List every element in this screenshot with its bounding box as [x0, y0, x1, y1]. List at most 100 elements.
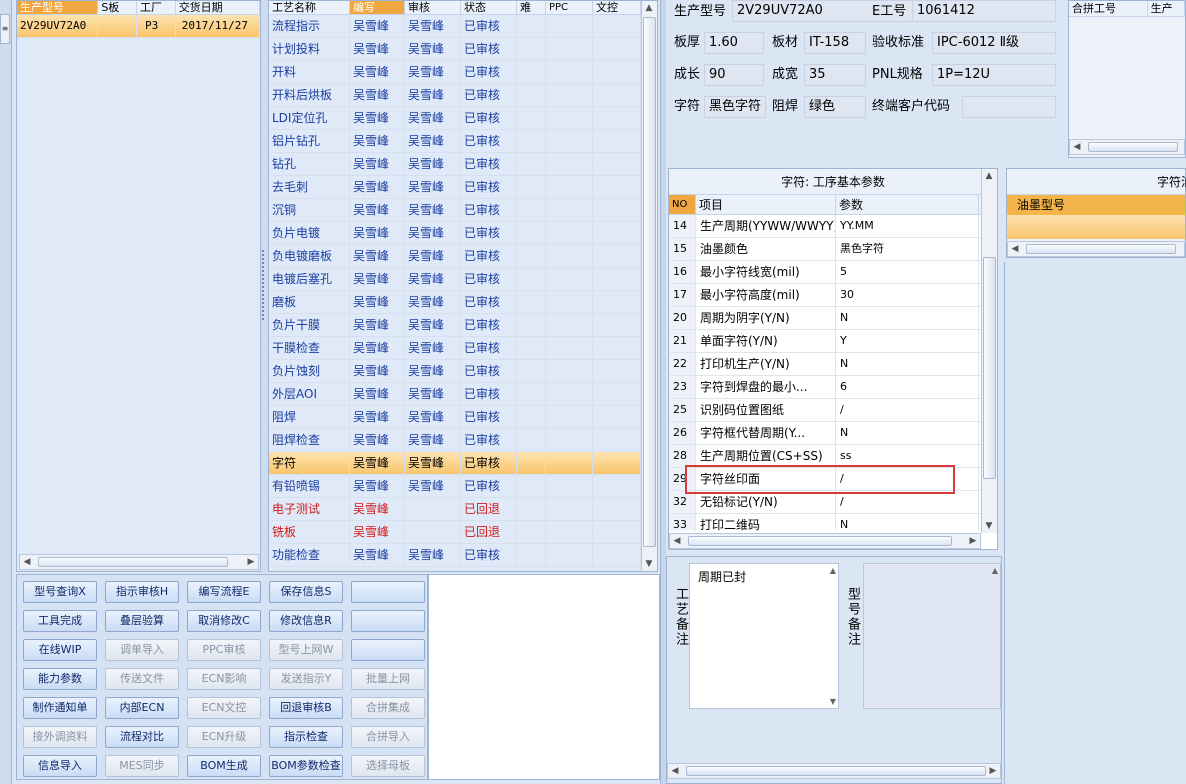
param-row[interactable]: 20 周期为阴字(Y/N) N — [669, 307, 981, 330]
scroll-thumb[interactable] — [1026, 244, 1176, 254]
process-row[interactable]: 沉铜 吴雪峰 吴雪峰 已审核 — [269, 199, 657, 222]
toolbar-button[interactable]: 合拼导入 — [351, 726, 425, 748]
toolbar-button[interactable]: MES同步 — [105, 755, 179, 777]
toolbar-button[interactable]: ECN文控 — [187, 697, 261, 719]
toolbar-button[interactable]: 保存信息S — [269, 581, 343, 603]
toolbar-button[interactable]: 指示审核H — [105, 581, 179, 603]
process-row[interactable]: 钻孔 吴雪峰 吴雪峰 已审核 — [269, 153, 657, 176]
scroll-left-icon[interactable]: ◀ — [1070, 140, 1084, 154]
toolbar-button[interactable]: BOM参数检查 — [269, 755, 343, 777]
process-row[interactable]: 外层AOI 吴雪峰 吴雪峰 已审核 — [269, 383, 657, 406]
process-row[interactable]: 磨板 吴雪峰 吴雪峰 已审核 — [269, 291, 657, 314]
scroll-up-icon[interactable]: ▲ — [642, 1, 656, 15]
char-field[interactable]: 黑色字符 — [704, 96, 766, 118]
process-row[interactable]: 有铅喷锡 吴雪峰 吴雪峰 已审核 — [269, 475, 657, 498]
toolbar-button[interactable]: ECN升级 — [187, 726, 261, 748]
ink-header[interactable]: 油墨型号 — [1007, 195, 1185, 215]
param-row[interactable]: 15 油墨颜色 黑色字符 — [669, 238, 981, 261]
model-row[interactable]: 2V29UV72A0 P3 2017/11/27 — [17, 15, 261, 38]
toolbar-button[interactable]: 编写流程E — [187, 581, 261, 603]
param-row[interactable]: 23 字符到焊盘的最小... 6 — [669, 376, 981, 399]
notes2-scroll-up-icon[interactable]: ▲ — [992, 566, 998, 575]
process-notes-box[interactable]: 周期已封 ▲ ▼ — [689, 563, 839, 709]
col-difficulty[interactable]: 难 — [517, 1, 546, 14]
col-merge-prod[interactable]: 生产 — [1148, 1, 1185, 16]
params-hscroll[interactable]: ◀ ▶ — [669, 533, 981, 549]
model-notes-box[interactable]: ▲ — [863, 563, 1001, 709]
customer-field[interactable] — [962, 96, 1056, 118]
eno-field[interactable]: 1061412 — [912, 0, 1056, 22]
process-vscroll[interactable]: ▲ ▼ — [641, 1, 657, 571]
material-field[interactable]: IT-158 — [804, 32, 866, 54]
col-no[interactable]: NO — [669, 195, 696, 214]
merge-hscroll[interactable]: ◀ — [1069, 139, 1185, 155]
scroll-left-icon[interactable]: ◀ — [668, 764, 682, 778]
process-row[interactable]: 开料 吴雪峰 吴雪峰 已审核 — [269, 61, 657, 84]
toolbar-button[interactable]: 合拼集成 — [351, 697, 425, 719]
param-row[interactable]: 32 无铅标记(Y/N) / — [669, 491, 981, 514]
notes-scroll-up-icon[interactable]: ▲ — [830, 566, 836, 575]
notes-scroll-down-icon[interactable]: ▼ — [830, 697, 836, 706]
toolbar-button[interactable]: 批量上网 — [351, 668, 425, 690]
length-field[interactable]: 90 — [704, 64, 764, 86]
toolbar-button[interactable]: ECN影响 — [187, 668, 261, 690]
scroll-right-icon[interactable]: ▶ — [966, 534, 980, 548]
left-edge-tab[interactable]: ≡ — [0, 0, 12, 784]
toolbar-button[interactable]: BOM生成 — [187, 755, 261, 777]
col-doc-control[interactable]: 文控 — [593, 1, 641, 14]
toolbar-button[interactable]: 内部ECN — [105, 697, 179, 719]
standard-field[interactable]: IPC-6012 Ⅱ级 — [932, 32, 1056, 54]
process-row[interactable]: 铝片钻孔 吴雪峰 吴雪峰 已审核 — [269, 130, 657, 153]
toolbar-button[interactable]: PPC审核 — [187, 639, 261, 661]
scroll-thumb[interactable] — [1088, 142, 1178, 152]
vscroll-thumb[interactable] — [643, 17, 656, 547]
toolbar-button[interactable]: 在线WIP — [23, 639, 97, 661]
toolbar-button[interactable]: 信息导入 — [23, 755, 97, 777]
process-row[interactable]: 负电镀磨板 吴雪峰 吴雪峰 已审核 — [269, 245, 657, 268]
process-row[interactable]: 电子测试 吴雪峰 已回退 — [269, 498, 657, 521]
toolbar-button[interactable]: 回退审核B — [269, 697, 343, 719]
col-merge-eno[interactable]: 合拼工号 — [1069, 1, 1148, 16]
toolbar-button[interactable] — [351, 581, 425, 603]
process-row[interactable]: 计划投料 吴雪峰 吴雪峰 已审核 — [269, 38, 657, 61]
scroll-left-icon[interactable]: ◀ — [670, 534, 684, 548]
col-item[interactable]: 项目 — [696, 195, 836, 214]
toolbar-button[interactable]: 取消修改C — [187, 610, 261, 632]
scroll-thumb[interactable] — [38, 557, 228, 567]
param-row[interactable]: 25 识别码位置图纸 / — [669, 399, 981, 422]
col-writer[interactable]: 编写 — [350, 1, 405, 14]
process-row[interactable]: 流程指示 吴雪峰 吴雪峰 已审核 — [269, 15, 657, 38]
scroll-up-icon[interactable]: ▲ — [982, 169, 996, 183]
toolbar-button[interactable]: 指示检查 — [269, 726, 343, 748]
toolbar-button[interactable]: 选择母板 — [351, 755, 425, 777]
col-model[interactable]: 生产型号 — [17, 1, 99, 14]
toolbar-button[interactable]: 流程对比 — [105, 726, 179, 748]
toolbar-button[interactable]: 型号上网W — [269, 639, 343, 661]
toolbar-button[interactable]: 工具完成 — [23, 610, 97, 632]
model-list-hscroll[interactable]: ◀ ▶ — [19, 554, 259, 570]
param-row[interactable]: 17 最小字符高度(mil) 30 — [669, 284, 981, 307]
scroll-down-icon[interactable]: ▼ — [642, 557, 656, 571]
scroll-thumb[interactable] — [686, 766, 986, 776]
toolbar-button[interactable]: 制作通知单 — [23, 697, 97, 719]
process-row[interactable]: 负片电镀 吴雪峰 吴雪峰 已审核 — [269, 222, 657, 245]
scroll-thumb[interactable] — [688, 536, 952, 546]
col-ppc[interactable]: PPC — [546, 1, 593, 14]
toolbar-button[interactable]: 接外调资料 — [23, 726, 97, 748]
col-auditor[interactable]: 审核 — [405, 1, 461, 14]
pnl-field[interactable]: 1P=12U — [932, 64, 1056, 86]
process-row[interactable]: 负片干膜 吴雪峰 吴雪峰 已审核 — [269, 314, 657, 337]
process-row[interactable]: 阻焊 吴雪峰 吴雪峰 已审核 — [269, 406, 657, 429]
notes-hscroll[interactable]: ◀ ▶ — [667, 763, 1001, 779]
process-row[interactable]: 开料后烘板 吴雪峰 吴雪峰 已审核 — [269, 84, 657, 107]
process-row[interactable]: 干膜检查 吴雪峰 吴雪峰 已审核 — [269, 337, 657, 360]
process-row[interactable]: 负片蚀刻 吴雪峰 吴雪峰 已审核 — [269, 360, 657, 383]
params-vscroll[interactable]: ▲ ▼ — [981, 169, 997, 533]
process-row[interactable]: 功能检查 吴雪峰 吴雪峰 已审核 — [269, 544, 657, 567]
process-row[interactable]: 铣板 吴雪峰 已回退 — [269, 521, 657, 544]
process-row[interactable]: LDI定位孔 吴雪峰 吴雪峰 已审核 — [269, 107, 657, 130]
scroll-left-icon[interactable]: ◀ — [20, 555, 34, 569]
ink-hscroll[interactable]: ◀ — [1007, 241, 1185, 257]
width-field[interactable]: 35 — [804, 64, 866, 86]
scroll-down-icon[interactable]: ▼ — [982, 519, 996, 533]
